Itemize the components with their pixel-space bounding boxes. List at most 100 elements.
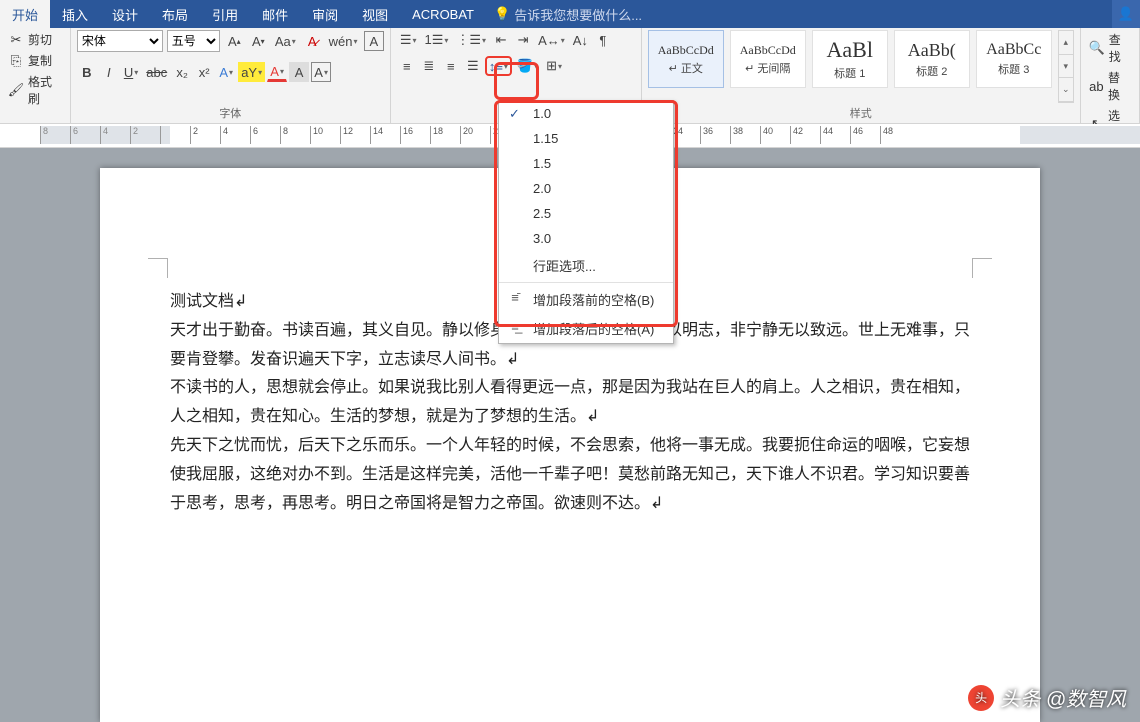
styles-group-label: 样式 xyxy=(648,103,1074,123)
strikethrough-button[interactable]: abc xyxy=(143,62,170,82)
add-space-after[interactable]: ≡̲增加段落后的空格(A) xyxy=(499,314,673,343)
signin-button[interactable]: 👤 xyxy=(1112,0,1140,28)
watermark-logo-icon: 头 xyxy=(968,685,994,711)
spacing-2.5[interactable]: 2.5 xyxy=(499,201,673,226)
font-group-label: 字体 xyxy=(77,103,384,123)
find-button[interactable]: 🔍查找 xyxy=(1087,30,1133,66)
doc-paragraph[interactable]: 不读书的人，思想就会停止。如果说我比别人看得更远一点，那是因为我站在巨人的肩上。… xyxy=(170,374,970,432)
tab-review[interactable]: 审阅 xyxy=(300,0,350,28)
lightbulb-icon: 💡 xyxy=(494,6,510,22)
ribbon-tabs: 开始 插入 设计 布局 引用 邮件 审阅 视图 ACROBAT 💡告诉我您想要做… xyxy=(0,0,1140,28)
multilevel-button[interactable]: ⋮☰ xyxy=(453,30,489,50)
brush-icon: 🖌 xyxy=(8,82,24,98)
line-spacing-button[interactable]: ↕≡ xyxy=(485,56,512,76)
scissors-icon: ✂ xyxy=(8,32,24,48)
italic-button[interactable]: I xyxy=(99,62,119,82)
decrease-indent-button[interactable]: ⇤ xyxy=(491,30,511,50)
font-name-select[interactable]: 宋体 xyxy=(77,30,163,52)
show-marks-button[interactable]: ¶ xyxy=(593,30,613,50)
char-border-button[interactable]: A xyxy=(311,62,331,82)
group-font: 宋体 五号 A▴ A▾ Aa A̷ wén A B I U abc x₂ x² … xyxy=(71,28,391,123)
grow-font-button[interactable]: A▴ xyxy=(224,31,244,51)
clipboard-label xyxy=(6,108,64,124)
align-center-icon: ≣ xyxy=(423,58,434,74)
add-space-before[interactable]: ≡̄增加段落前的空格(B) xyxy=(499,285,673,314)
group-editing: 🔍查找 ab替换 ↖选择 编辑 xyxy=(1081,28,1140,123)
shading-button[interactable]: 🪣 xyxy=(514,56,541,76)
tab-design[interactable]: 设计 xyxy=(100,0,150,28)
borders-icon: ⊞ xyxy=(546,58,557,74)
font-color-button[interactable]: A xyxy=(267,62,287,82)
sort-icon: A↓ xyxy=(573,33,588,48)
margin-corner xyxy=(972,258,992,278)
bullets-icon: ☰ xyxy=(400,32,412,48)
align-right-button[interactable]: ≡ xyxy=(441,56,461,76)
borders-button[interactable]: ⊞ xyxy=(543,56,565,76)
style-heading3[interactable]: AaBbCc标题 3 xyxy=(976,30,1052,88)
char-shading-button[interactable]: A xyxy=(289,62,309,82)
underline-button[interactable]: U xyxy=(121,62,141,82)
enclose-char-button[interactable]: A xyxy=(364,31,384,51)
line-spacing-icon: ↕≡ xyxy=(489,59,503,74)
tab-references[interactable]: 引用 xyxy=(200,0,250,28)
watermark: 头 头条 @数智风 xyxy=(968,683,1126,712)
indent-icon: ⇥ xyxy=(518,32,529,48)
change-case-button[interactable]: Aa xyxy=(272,31,298,51)
tab-insert[interactable]: 插入 xyxy=(50,0,100,28)
spacing-1.15[interactable]: 1.15 xyxy=(499,126,673,151)
align-left-icon: ≡ xyxy=(403,59,411,74)
multilevel-icon: ⋮☰ xyxy=(456,32,481,48)
numbering-button[interactable]: 1☰ xyxy=(421,30,451,50)
style-gallery-scroll[interactable]: ▴▾⌄ xyxy=(1058,30,1074,103)
align-center-button[interactable]: ≣ xyxy=(419,56,439,76)
group-styles: AaBbCcDd↵ 正文 AaBbCcDd↵ 无间隔 AaBl标题 1 AaBb… xyxy=(642,28,1081,123)
doc-paragraph[interactable]: 先天下之忧而忧，后天下之乐而乐。一个人年轻的时候，不会思索，他将一事无成。我要扼… xyxy=(170,432,970,518)
tab-layout[interactable]: 布局 xyxy=(150,0,200,28)
scroll-up-icon[interactable]: ▴ xyxy=(1059,31,1073,55)
format-painter-button[interactable]: 🖌格式刷 xyxy=(6,72,64,108)
style-heading1[interactable]: AaBl标题 1 xyxy=(812,30,888,88)
subscript-button[interactable]: x₂ xyxy=(172,62,192,82)
spacing-3.0[interactable]: 3.0 xyxy=(499,226,673,251)
tell-me[interactable]: 💡告诉我您想要做什么... xyxy=(486,5,650,24)
tab-mailings[interactable]: 邮件 xyxy=(250,0,300,28)
spacing-options[interactable]: 行距选项... xyxy=(499,251,673,280)
style-heading2[interactable]: AaBb(标题 2 xyxy=(894,30,970,88)
justify-button[interactable]: ☰ xyxy=(463,56,483,76)
font-size-select[interactable]: 五号 xyxy=(167,30,221,52)
superscript-button[interactable]: x² xyxy=(194,62,214,82)
sort-button[interactable]: A↓ xyxy=(570,30,591,50)
phonetic-guide-button[interactable]: wén xyxy=(326,31,360,51)
clear-formatting-button[interactable]: A̷ xyxy=(302,31,322,51)
person-icon: 👤 xyxy=(1118,6,1134,22)
tab-acrobat[interactable]: ACROBAT xyxy=(400,0,486,28)
tab-view[interactable]: 视图 xyxy=(350,0,400,28)
shrink-font-button[interactable]: A▾ xyxy=(248,31,268,51)
cut-button[interactable]: ✂剪切 xyxy=(6,30,64,49)
justify-icon: ☰ xyxy=(467,58,479,74)
expand-gallery-icon[interactable]: ⌄ xyxy=(1059,78,1073,102)
text-direction-button[interactable]: A↔ xyxy=(535,30,568,50)
tab-home[interactable]: 开始 xyxy=(0,0,50,28)
bullets-button[interactable]: ☰ xyxy=(397,30,420,50)
spacing-1.0[interactable]: 1.0 xyxy=(499,101,673,126)
space-before-icon: ≡̄ xyxy=(507,290,523,305)
spacing-2.0[interactable]: 2.0 xyxy=(499,176,673,201)
bold-button[interactable]: B xyxy=(77,62,97,82)
line-spacing-menu: 1.0 1.15 1.5 2.0 2.5 3.0 行距选项... ≡̄增加段落前… xyxy=(498,100,674,344)
scroll-down-icon[interactable]: ▾ xyxy=(1059,55,1073,79)
margin-corner xyxy=(148,258,168,278)
copy-button[interactable]: ⎘复制 xyxy=(6,51,64,70)
paint-bucket-icon: 🪣 xyxy=(517,58,533,74)
replace-icon: ab xyxy=(1089,78,1104,94)
space-after-icon: ≡̲ xyxy=(507,319,523,334)
text-effects-button[interactable]: A xyxy=(216,62,236,82)
align-left-button[interactable]: ≡ xyxy=(397,56,417,76)
search-icon: 🔍 xyxy=(1089,40,1105,56)
highlight-button[interactable]: aY xyxy=(238,62,265,82)
style-nospacing[interactable]: AaBbCcDd↵ 无间隔 xyxy=(730,30,806,88)
replace-button[interactable]: ab替换 xyxy=(1087,68,1133,104)
spacing-1.5[interactable]: 1.5 xyxy=(499,151,673,176)
increase-indent-button[interactable]: ⇥ xyxy=(513,30,533,50)
style-normal[interactable]: AaBbCcDd↵ 正文 xyxy=(648,30,724,88)
